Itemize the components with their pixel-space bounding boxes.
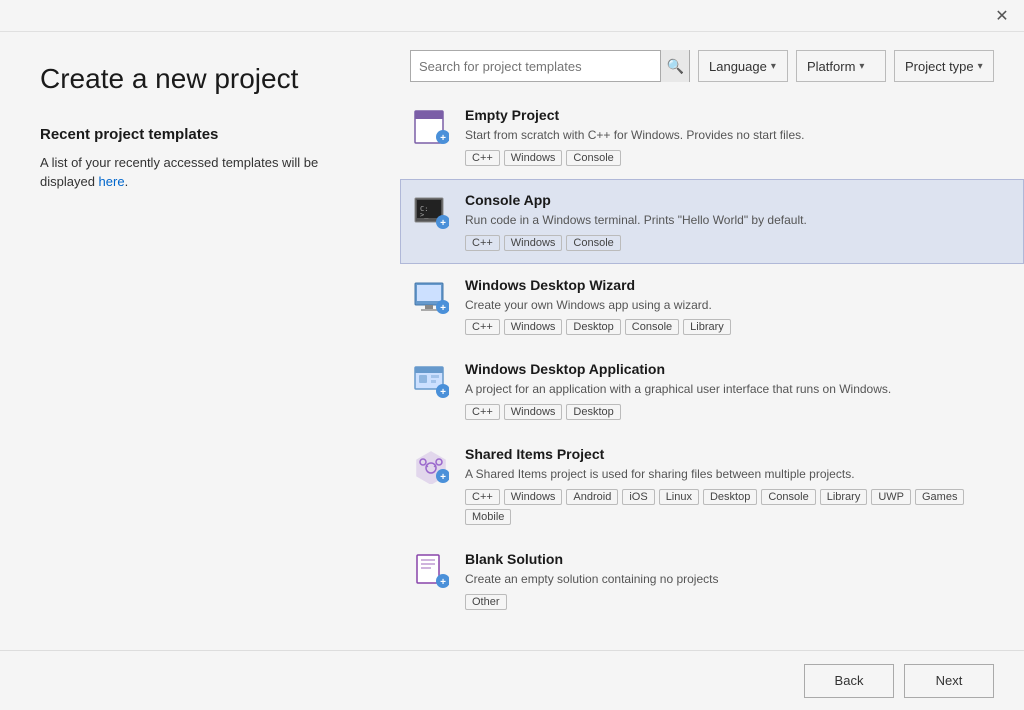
- tag-games: Games: [915, 489, 964, 505]
- project-type-dropdown[interactable]: Project type ▾: [894, 50, 994, 82]
- template-tags-empty-project: C++WindowsConsole: [465, 150, 1003, 166]
- template-item-console-app[interactable]: C: >_ + Console App Run code in a Windows…: [400, 179, 1024, 264]
- template-tags-console-app: C++WindowsConsole: [465, 235, 1003, 251]
- tag-android: Android: [566, 489, 618, 505]
- template-desc-shared-items-project: A Shared Items project is used for shari…: [465, 466, 1003, 483]
- search-button[interactable]: 🔍: [660, 50, 689, 82]
- template-icon-console: C: >_ +: [411, 192, 451, 232]
- tag-other: Other: [465, 594, 507, 610]
- tag-windows: Windows: [504, 404, 563, 420]
- template-item-shared-items-project[interactable]: + Shared Items Project A Shared Items pro…: [400, 433, 1024, 538]
- right-panel: 🔍 Language ▾ Platform ▾ Project type ▾: [400, 32, 1024, 650]
- template-info-empty-project: Empty Project Start from scratch with C++…: [465, 107, 1003, 166]
- recent-templates-title: Recent project templates: [40, 126, 370, 143]
- template-icon-application: +: [411, 361, 451, 401]
- tag-windows: Windows: [504, 319, 563, 335]
- tag-mobile: Mobile: [465, 509, 511, 525]
- template-item-windows-desktop-application[interactable]: + Windows Desktop Application A project f…: [400, 348, 1024, 433]
- template-item-empty-project[interactable]: + Empty Project Start from scratch with C…: [400, 94, 1024, 179]
- template-info-blank-solution: Blank Solution Create an empty solution c…: [465, 551, 1003, 610]
- tag-windows: Windows: [504, 150, 563, 166]
- recent-desc-text: A list of your recently accessed templat…: [40, 155, 318, 190]
- template-name-shared-items-project: Shared Items Project: [465, 446, 1003, 462]
- tag-windows: Windows: [504, 489, 563, 505]
- tag-desktop: Desktop: [566, 319, 620, 335]
- template-name-blank-solution: Blank Solution: [465, 551, 1003, 567]
- next-button[interactable]: Next: [904, 664, 994, 698]
- tag-console: Console: [566, 235, 620, 251]
- recent-templates-desc: A list of your recently accessed templat…: [40, 153, 370, 192]
- tag-c++: C++: [465, 319, 500, 335]
- template-tags-shared-items-project: C++WindowsAndroidiOS LinuxDesktopConsole L…: [465, 489, 1003, 525]
- tag-c++: C++: [465, 489, 500, 505]
- tag-linux: Linux: [659, 489, 699, 505]
- tag-console: Console: [625, 319, 679, 335]
- title-bar: ✕: [0, 0, 1024, 32]
- platform-dropdown[interactable]: Platform ▾: [796, 50, 886, 82]
- search-box: 🔍: [410, 50, 690, 82]
- tag-c++: C++: [465, 150, 500, 166]
- back-button[interactable]: Back: [804, 664, 894, 698]
- tag-console: Console: [566, 150, 620, 166]
- template-name-console-app: Console App: [465, 192, 1003, 208]
- tag-c++: C++: [465, 235, 500, 251]
- svg-text:+: +: [440, 387, 446, 398]
- svg-text:+: +: [440, 472, 446, 483]
- svg-text:+: +: [440, 133, 446, 144]
- svg-text:+: +: [440, 577, 446, 588]
- svg-text:+: +: [440, 218, 446, 229]
- language-arrow-icon: ▾: [771, 61, 776, 72]
- template-desc-console-app: Run code in a Windows terminal. Prints "…: [465, 212, 1003, 229]
- main-window: ✕ Create a new project Recent project te…: [0, 0, 1024, 710]
- platform-arrow-icon: ▾: [859, 61, 864, 72]
- template-tags-windows-desktop-application: C++WindowsDesktop: [465, 404, 1003, 420]
- svg-text:+: +: [440, 303, 446, 314]
- template-info-windows-desktop-wizard: Windows Desktop Wizard Create your own Wi…: [465, 277, 1003, 336]
- template-icon-blank: +: [411, 551, 451, 591]
- tag-console: Console: [761, 489, 815, 505]
- tag-library: Library: [683, 319, 731, 335]
- template-icon-shared: +: [411, 446, 451, 486]
- template-desc-windows-desktop-wizard: Create your own Windows app using a wiza…: [465, 297, 1003, 314]
- toolbar: 🔍 Language ▾ Platform ▾ Project type ▾: [400, 42, 1024, 94]
- content-area: Create a new project Recent project temp…: [0, 32, 1024, 650]
- tag-uwp: UWP: [871, 489, 911, 505]
- template-desc-empty-project: Start from scratch with C++ for Windows.…: [465, 127, 1003, 144]
- template-tags-windows-desktop-wizard: C++WindowsDesktop ConsoleLibrary: [465, 319, 1003, 335]
- template-item-blank-solution[interactable]: + Blank Solution Create an empty solution…: [400, 538, 1024, 623]
- recent-desc-link[interactable]: here: [99, 174, 125, 189]
- tag-desktop: Desktop: [566, 404, 620, 420]
- template-desc-blank-solution: Create an empty solution containing no p…: [465, 571, 1003, 588]
- template-tags-blank-solution: Other: [465, 594, 1003, 610]
- template-icon-empty: +: [411, 107, 451, 147]
- template-name-empty-project: Empty Project: [465, 107, 1003, 123]
- template-name-windows-desktop-wizard: Windows Desktop Wizard: [465, 277, 1003, 293]
- svg-text:>_: >_: [420, 211, 429, 219]
- template-info-windows-desktop-application: Windows Desktop Application A project for…: [465, 361, 1003, 420]
- page-title: Create a new project: [40, 62, 370, 96]
- template-info-shared-items-project: Shared Items Project A Shared Items proje…: [465, 446, 1003, 525]
- tag-ios: iOS: [622, 489, 654, 505]
- template-icon-desktop: +: [411, 277, 451, 317]
- close-button[interactable]: ✕: [988, 2, 1016, 30]
- language-dropdown[interactable]: Language ▾: [698, 50, 788, 82]
- template-item-windows-desktop-wizard[interactable]: + Windows Desktop Wizard Create your own …: [400, 264, 1024, 349]
- platform-label: Platform: [807, 59, 855, 74]
- tag-c++: C++: [465, 404, 500, 420]
- template-desc-windows-desktop-application: A project for an application with a grap…: [465, 381, 1003, 398]
- tag-desktop: Desktop: [703, 489, 757, 505]
- search-input[interactable]: [411, 59, 660, 74]
- language-label: Language: [709, 59, 767, 74]
- template-name-windows-desktop-application: Windows Desktop Application: [465, 361, 1003, 377]
- project-type-label: Project type: [905, 59, 974, 74]
- template-info-console-app: Console App Run code in a Windows termina…: [465, 192, 1003, 251]
- left-panel: Create a new project Recent project temp…: [0, 32, 400, 650]
- project-type-arrow-icon: ▾: [978, 61, 983, 72]
- template-list: + Empty Project Start from scratch with C…: [400, 94, 1024, 650]
- tag-windows: Windows: [504, 235, 563, 251]
- tag-library: Library: [820, 489, 868, 505]
- footer: Back Next: [0, 650, 1024, 710]
